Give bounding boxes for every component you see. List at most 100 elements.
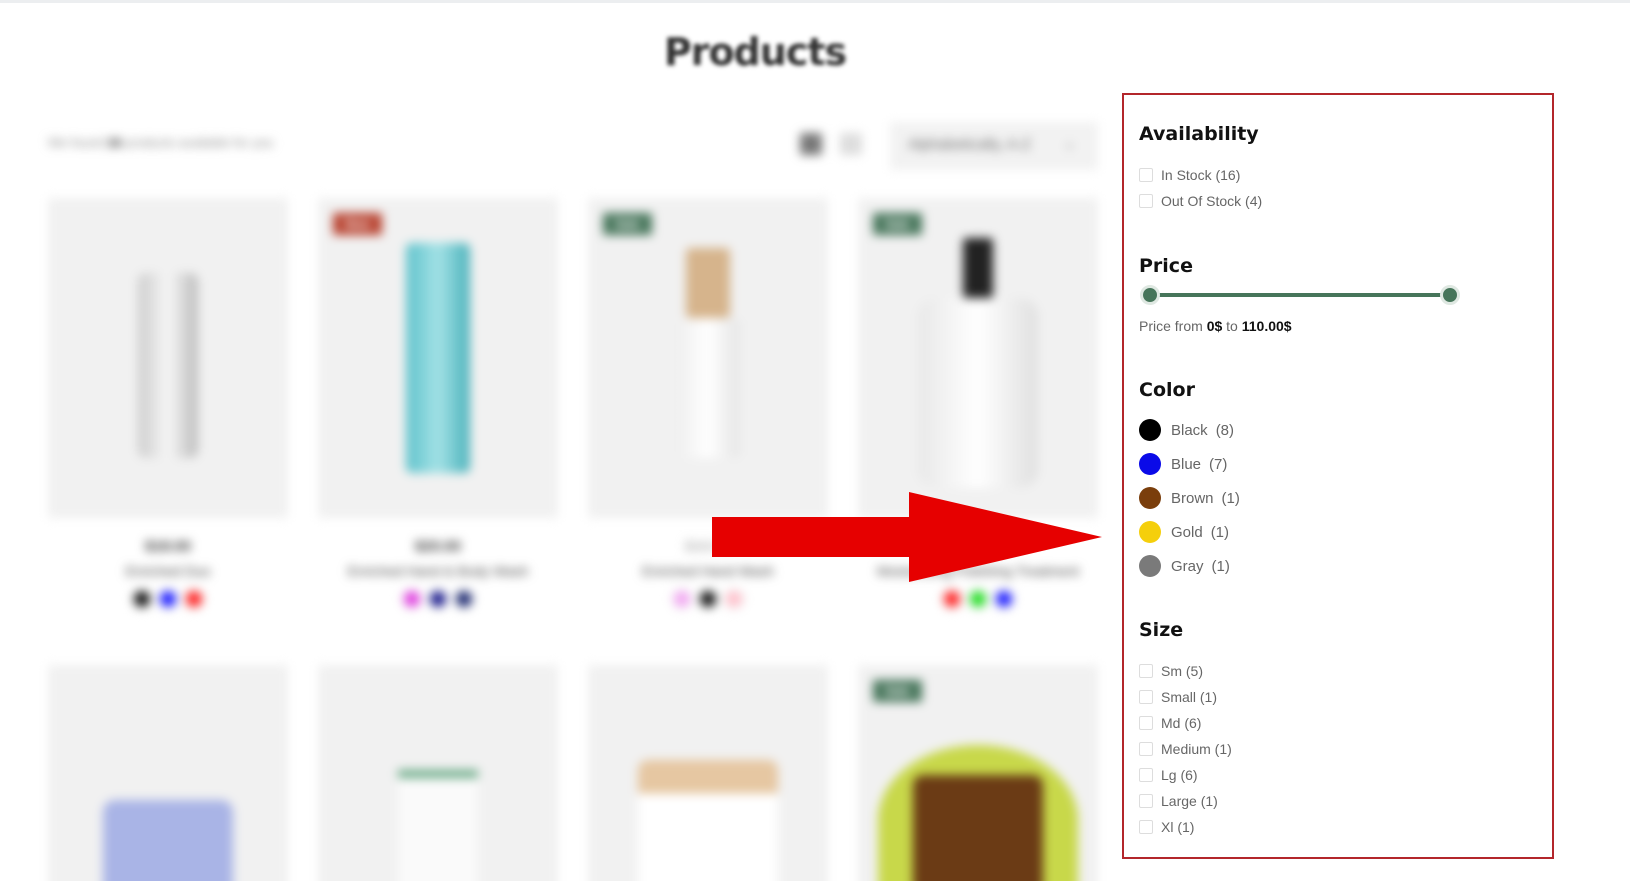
product-image[interactable]: New [318,198,558,518]
color-count: (1) [1210,523,1230,541]
product-badge: New [333,213,382,235]
price-from-label: Price from [1139,318,1203,334]
color-label: Gold [1171,523,1203,541]
swatch-green[interactable] [968,589,988,609]
gold-swatch[interactable] [1139,521,1161,543]
swatch-pink[interactable] [672,589,692,609]
size-title: Size [1139,619,1184,641]
color-option-blue[interactable]: Blue (7) [1139,453,1227,475]
color-option-brown[interactable]: Brown (1) [1139,487,1240,509]
brown-swatch[interactable] [1139,487,1161,509]
product-pump [963,238,993,298]
top-border [0,0,1630,3]
price-to-label: to [1226,318,1238,334]
product-card[interactable] [588,665,828,881]
color-option-gray[interactable]: Gray (1) [1139,555,1230,577]
filter-size-sm[interactable]: Sm (5) [1139,663,1203,679]
checkbox[interactable] [1139,194,1153,208]
checkbox[interactable] [1139,168,1153,182]
blue-swatch[interactable] [1139,453,1161,475]
product-jar [638,760,778,881]
swatch-navy[interactable] [428,589,448,609]
color-option-gold[interactable]: Gold (1) [1139,521,1229,543]
checkbox[interactable] [1139,690,1153,704]
color-title: Color [1139,379,1195,401]
checkbox[interactable] [1139,794,1153,808]
chevron-down-icon: ⌄ [1063,135,1076,152]
gray-swatch[interactable] [1139,555,1161,577]
product-badge: Sale [873,680,922,702]
product-swatches [318,589,558,614]
product-tube [398,770,478,881]
results-suffix: products available for you [125,135,274,150]
swatch-red[interactable] [942,589,962,609]
filter-size-xl[interactable]: Xl (1) [1139,819,1194,835]
product-image[interactable]: Sale [858,665,1098,881]
swatch-light-pink[interactable] [724,589,744,609]
filter-label: Xl (1) [1161,819,1195,835]
product-image[interactable] [48,665,288,881]
checkbox[interactable] [1139,742,1153,756]
swatch-navy[interactable] [454,589,474,609]
product-card[interactable]: $18.00 Enriched Duo [48,198,288,614]
product-image[interactable]: Sale [588,198,828,518]
product-card[interactable] [48,665,288,881]
filter-out-of-stock[interactable]: Out Of Stock (4) [1139,193,1262,209]
swatch-blue[interactable] [994,589,1014,609]
filter-label: Medium (1) [1161,741,1232,757]
color-count: (7) [1209,455,1228,473]
filter-in-stock[interactable]: In Stock (16) [1139,167,1240,183]
price-max-handle[interactable] [1440,285,1460,305]
checkbox[interactable] [1139,716,1153,730]
swatch-black[interactable] [132,589,152,609]
product-price: $18.00 [145,538,191,555]
price-min-handle[interactable] [1140,285,1160,305]
price-max-value: 110.00$ [1241,318,1292,334]
swatch-blue[interactable] [158,589,178,609]
black-swatch[interactable] [1139,419,1161,441]
filter-size-md[interactable]: Md (6) [1139,715,1201,731]
filter-size-medium[interactable]: Medium (1) [1139,741,1232,757]
product-card[interactable]: Sale [858,665,1098,881]
filter-label: Small (1) [1161,689,1218,705]
list-view-icon[interactable] [840,133,862,155]
product-bottle [918,298,1038,488]
product-image[interactable] [48,198,288,518]
color-label: Blue [1171,455,1202,473]
page-title: Products [663,30,847,74]
sort-value: Alphabetically, A-Z [908,136,1032,153]
swatch-pink[interactable] [402,589,422,609]
checkbox[interactable] [1139,768,1153,782]
price-min-value: 0$ [1206,318,1223,334]
filter-label: Md (6) [1161,715,1202,731]
product-name[interactable]: Enriched Duo [48,563,288,579]
product-image[interactable] [588,665,828,881]
sort-select[interactable]: Alphabetically, A-Z ⌄ [890,122,1098,170]
product-card[interactable] [318,665,558,881]
product-jar [103,800,233,881]
results-number: 16 [107,135,122,150]
color-option-black[interactable]: Black (8) [1139,419,1234,441]
filter-size-lg[interactable]: Lg (6) [1139,767,1198,783]
grid-view-icon[interactable] [800,133,822,155]
product-swatches [48,589,288,614]
product-price: $20.00 [415,538,461,555]
checkbox[interactable] [1139,820,1153,834]
product-name[interactable]: Enriched Hand & Body Wash [318,563,558,579]
price-slider-track[interactable] [1150,293,1450,297]
product-card[interactable]: New $20.00 Enriched Hand & Body Wash [318,198,558,614]
product-image[interactable]: Sale [858,198,1098,518]
color-count: (1) [1221,489,1240,507]
product-image[interactable] [318,665,558,881]
filter-label: Sm (5) [1161,663,1203,679]
swatch-red[interactable] [184,589,204,609]
filter-label: Lg (6) [1161,767,1198,783]
color-label: Gray [1171,557,1204,575]
swatch-black[interactable] [698,589,718,609]
filter-size-large[interactable]: Large (1) [1139,793,1218,809]
filter-size-small[interactable]: Small (1) [1139,689,1217,705]
price-range-text: Price from 0$ to 110.00$ [1139,318,1292,334]
product-bottle [138,273,198,458]
checkbox[interactable] [1139,664,1153,678]
product-swatches [588,589,828,614]
